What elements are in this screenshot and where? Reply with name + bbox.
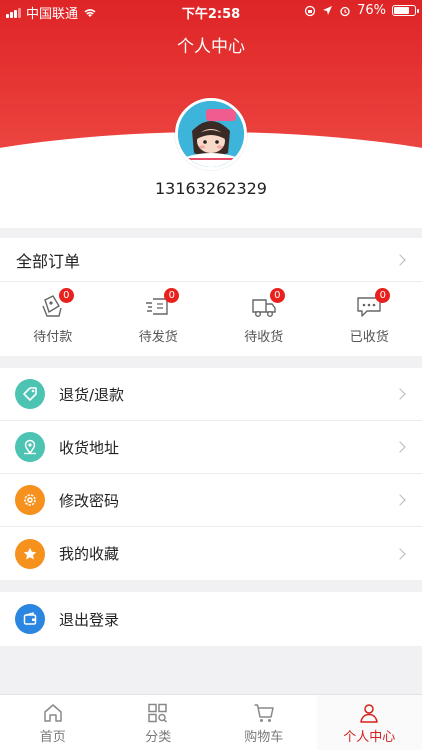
tab-label: 购物车 (244, 730, 284, 745)
tab-cart[interactable]: 购物车 (211, 695, 317, 750)
tab-category[interactable]: 分类 (106, 695, 212, 750)
wallet-card-icon: 0 (39, 288, 74, 320)
chevron-right-icon (394, 441, 406, 453)
location-arrow-icon (323, 6, 333, 15)
profile-header: 中国联通 下午2:58 76% 个人中心 13163262329 (0, 0, 422, 228)
chevron-right-icon (394, 253, 406, 266)
menu-item-label: 退货/退款 (59, 385, 125, 404)
chevron-right-icon (394, 547, 406, 560)
all-orders-row[interactable]: 全部订单 (0, 238, 422, 282)
orders-panel: 全部订单 0 待付款 0 待发货 0 待收货 0 已收货 (0, 238, 422, 356)
wallet-icon (15, 604, 45, 634)
order-status-to-receive[interactable]: 0 待收货 (211, 282, 317, 356)
logout-label: 退出登录 (59, 610, 120, 629)
menu-item-address[interactable]: 收货地址 (0, 421, 422, 474)
order-status-label: 待发货 (138, 330, 178, 345)
all-orders-label: 全部订单 (16, 251, 81, 271)
tab-home[interactable]: 首页 (0, 695, 106, 750)
grid-search-icon (148, 703, 168, 723)
order-status-to-ship[interactable]: 0 待发货 (106, 282, 212, 356)
menu-item-change-password[interactable]: 修改密码 (0, 474, 422, 527)
alarm-icon (340, 6, 350, 16)
avatar[interactable] (175, 98, 247, 170)
count-badge: 0 (269, 288, 285, 303)
tag-icon (15, 379, 45, 409)
menu-item-label: 修改密码 (59, 491, 120, 510)
count-badge: 0 (58, 288, 74, 303)
order-status-label: 待收货 (244, 330, 284, 345)
tab-profile[interactable]: 个人中心 (316, 695, 422, 750)
tab-label: 个人中心 (343, 730, 396, 745)
chat-bubble-icon: 0 (355, 288, 391, 320)
user-icon (360, 704, 378, 723)
page-title: 个人中心 (177, 37, 245, 57)
tab-label: 分类 (145, 730, 172, 745)
home-icon (44, 704, 62, 722)
cart-icon (254, 704, 274, 722)
truck-icon: 0 (250, 288, 285, 320)
order-status-received[interactable]: 0 已收货 (317, 282, 422, 356)
status-bar: 中国联通 下午2:58 76% (0, 0, 422, 22)
menu-item-label: 我的收藏 (59, 545, 120, 563)
count-badge: 0 (375, 288, 391, 303)
avatar-image (178, 101, 244, 167)
logout-section: 退出登录 (0, 592, 422, 646)
order-status-label: 已收货 (349, 330, 389, 345)
tab-bar: 首页 分类 购物车 个人中心 (0, 694, 422, 750)
menu-item-label: 收货地址 (59, 438, 120, 457)
lock-rotation-icon (304, 5, 316, 16)
settings-menu: 退货/退款 收货地址 修改密码 我的收藏 (0, 368, 422, 580)
chevron-right-icon (394, 494, 406, 506)
count-badge: 0 (164, 288, 180, 303)
battery-percent: 76% (357, 3, 386, 18)
chevron-right-icon (394, 388, 406, 400)
menu-item-returns[interactable]: 退货/退款 (0, 368, 422, 421)
star-icon (15, 538, 45, 569)
gear-icon (15, 485, 45, 515)
tab-label: 首页 (39, 730, 66, 745)
location-pin-icon (15, 432, 45, 462)
shipping-box-icon: 0 (144, 288, 180, 320)
logout-button[interactable]: 退出登录 (0, 592, 422, 646)
menu-item-favorites[interactable]: 我的收藏 (0, 527, 422, 580)
battery-icon (392, 5, 419, 16)
user-phone: 13163262329 (155, 179, 267, 198)
order-status-pending-payment[interactable]: 0 待付款 (0, 282, 106, 356)
order-status-label: 待付款 (33, 330, 73, 345)
